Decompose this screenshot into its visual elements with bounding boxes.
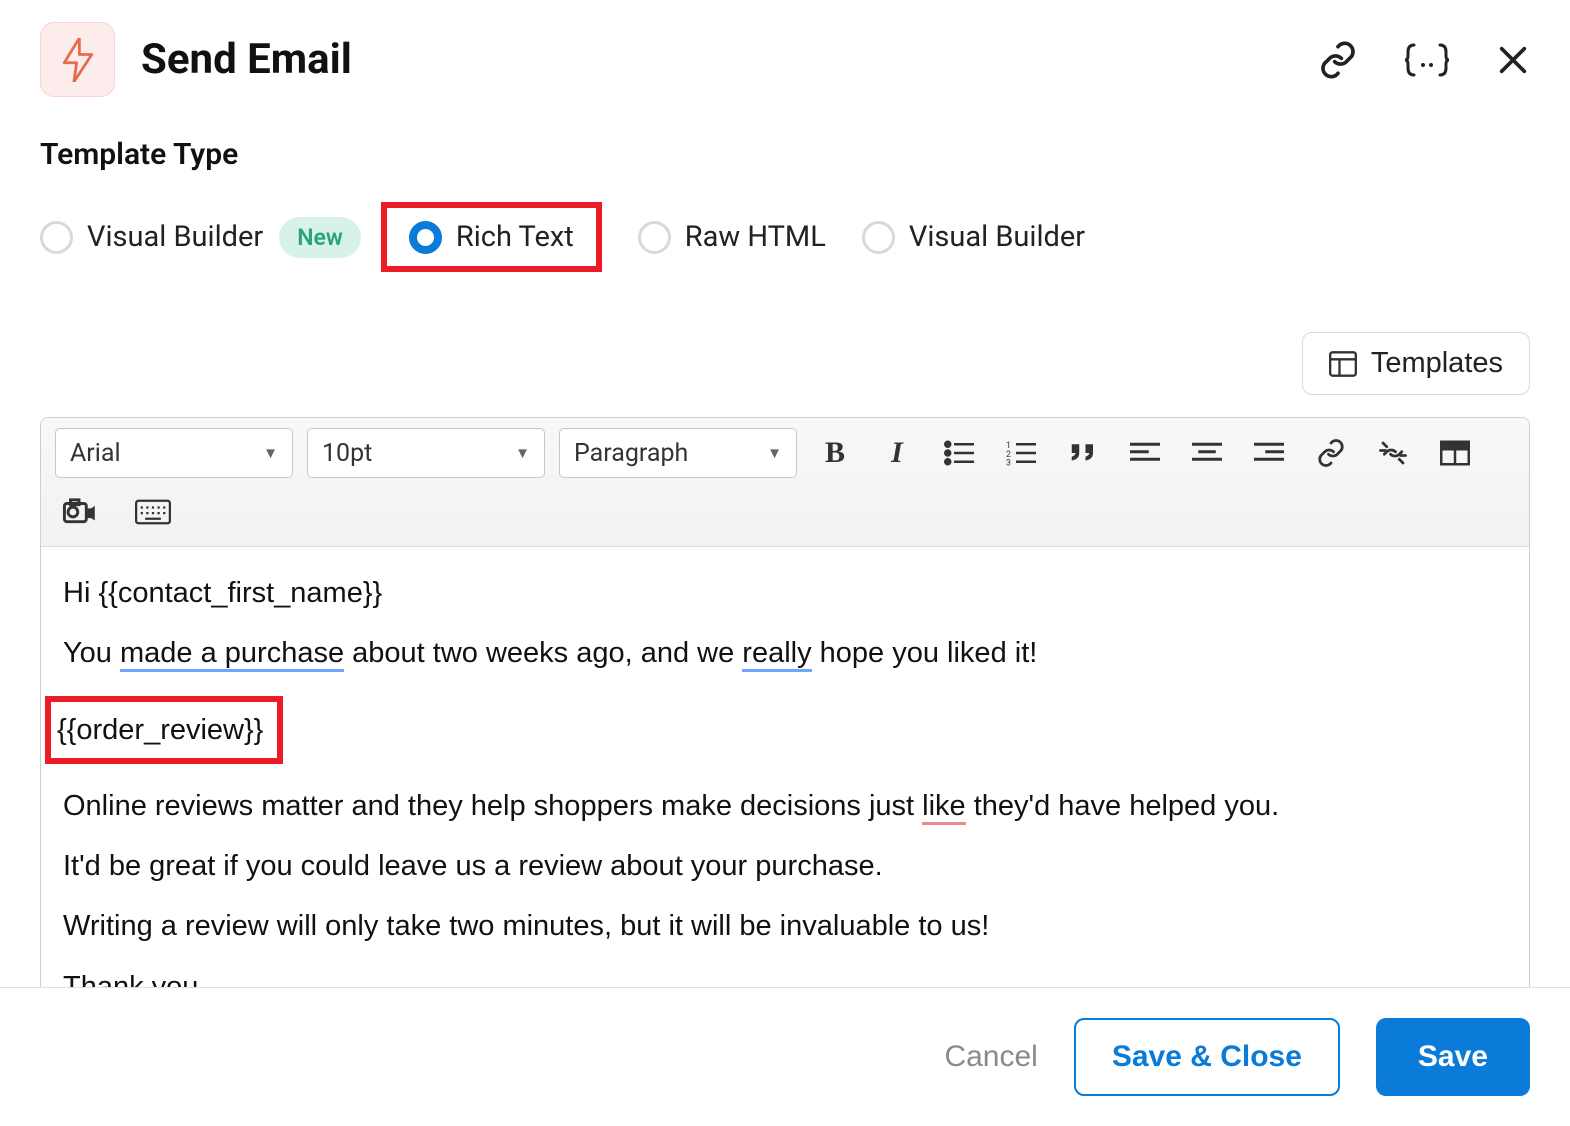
editor-paragraph: You made a purchase about two weeks ago,… [63,635,1507,671]
text: about two weeks ago, and we [344,637,742,669]
block-format-value: Paragraph [574,439,688,468]
modal-header: Send Email [0,0,1570,111]
insert-media-button[interactable] [55,488,103,536]
radio-icon-selected [409,221,442,254]
header-action-icons [1318,40,1530,80]
editor-paragraph: Online reviews matter and they help shop… [63,788,1507,824]
radio-visual-builder-new[interactable]: Visual Builder New [40,217,361,258]
chevron-down-icon: ▼ [263,444,278,462]
toolbar-row-2 [55,478,1515,536]
radio-label: Visual Builder [87,220,263,254]
send-email-icon-badge [40,22,115,97]
editor-paragraph: Hi {{contact_first_name}} [63,575,1507,611]
bullet-list-button[interactable] [935,429,983,477]
variables-icon[interactable] [1404,43,1450,77]
italic-button[interactable]: I [873,429,921,477]
annotation-highlight-order-review: {{order_review}} [45,696,283,764]
bolt-icon [61,38,95,82]
font-family-value: Arial [70,439,121,468]
new-badge: New [279,217,361,258]
editor-content[interactable]: Hi {{contact_first_name}} You made a pur… [41,547,1529,1057]
block-format-select[interactable]: Paragraph ▼ [559,428,797,478]
link-icon[interactable] [1318,40,1358,80]
align-left-button[interactable] [1121,429,1169,477]
radio-label: Raw HTML [685,220,826,254]
templates-button[interactable]: Templates [1302,332,1530,395]
save-and-close-button[interactable]: Save & Close [1074,1018,1340,1096]
radio-icon [638,221,671,254]
text: hope you liked it! [812,637,1038,669]
bold-button[interactable]: B [811,429,859,477]
unlink-button[interactable] [1369,429,1417,477]
editor-paragraph: Writing a review will only take two minu… [63,908,1507,944]
toolbar-row-1: Arial ▼ 10pt ▼ Paragraph ▼ B I [55,428,1515,478]
rich-text-editor: Arial ▼ 10pt ▼ Paragraph ▼ B I [40,417,1530,1058]
templates-button-row: Templates [0,272,1570,417]
font-size-select[interactable]: 10pt ▼ [307,428,545,478]
font-family-select[interactable]: Arial ▼ [55,428,293,478]
align-center-button[interactable] [1183,429,1231,477]
chevron-down-icon: ▼ [767,444,782,462]
close-icon[interactable] [1496,43,1530,77]
editor-toolbar: Arial ▼ 10pt ▼ Paragraph ▼ B I [41,418,1529,547]
spellcheck-underline: like [922,790,966,825]
spellcheck-underline: really [742,637,811,672]
chevron-down-icon: ▼ [515,444,530,462]
align-right-button[interactable] [1245,429,1293,477]
template-icon [1329,351,1357,377]
template-type-options: Visual Builder New Rich Text Raw HTML Vi… [40,202,1530,272]
radio-icon [862,221,895,254]
text: You [63,637,120,669]
template-variable: {{order_review}} [57,714,263,746]
radio-label: Visual Builder [909,220,1085,254]
radio-visual-builder[interactable]: Visual Builder [862,220,1085,254]
cancel-button[interactable]: Cancel [944,1040,1037,1074]
template-type-section: Template Type Visual Builder New Rich Te… [0,111,1570,272]
text: Online reviews matter and they help shop… [63,790,922,822]
annotation-highlight-rich-text: Rich Text [381,202,602,272]
editor-paragraph: {{order_review}} [63,696,1507,764]
templates-button-label: Templates [1371,347,1503,380]
modal-footer: Cancel Save & Close Save [0,987,1570,1126]
template-type-label: Template Type [40,137,1530,172]
svg-text:3: 3 [1006,459,1011,467]
radio-icon [40,221,73,254]
radio-rich-text[interactable]: Rich Text [409,220,574,254]
save-button[interactable]: Save [1376,1018,1530,1096]
radio-raw-html[interactable]: Raw HTML [638,220,826,254]
insert-table-button[interactable] [1431,429,1479,477]
spellcheck-underline: made a purchase [120,637,344,672]
numbered-list-button[interactable]: 1 2 3 [997,429,1045,477]
insert-link-button[interactable] [1307,429,1355,477]
editor-paragraph: It'd be great if you could leave us a re… [63,848,1507,884]
blockquote-button[interactable] [1059,429,1107,477]
font-size-value: 10pt [322,439,372,468]
text: they'd have helped you. [966,790,1280,822]
page-title: Send Email [141,35,1318,84]
radio-label: Rich Text [456,220,574,254]
keyboard-button[interactable] [129,488,177,536]
